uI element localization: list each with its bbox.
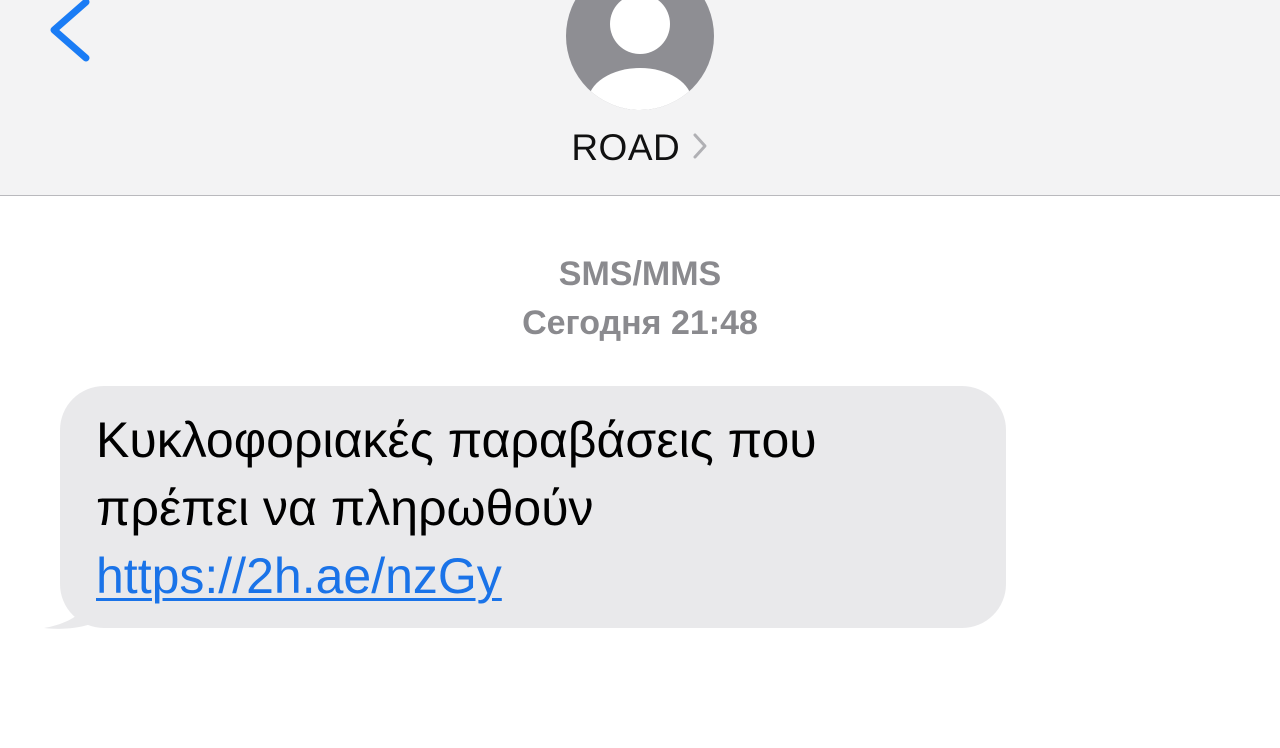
contact-avatar[interactable] bbox=[566, 0, 714, 110]
chevron-left-icon bbox=[50, 0, 90, 62]
service-label: SMS/MMS bbox=[558, 255, 722, 293]
chevron-right-icon bbox=[693, 133, 707, 159]
contact-name-button[interactable]: ROAD bbox=[0, 126, 1280, 170]
person-silhouette-icon bbox=[588, 0, 692, 110]
message-link[interactable]: https://2h.ae/nzGy bbox=[96, 548, 502, 604]
back-button[interactable] bbox=[38, 0, 108, 70]
message-body: Κυκλοφοριακές παραβάσεις που πρέπει να π… bbox=[96, 412, 817, 536]
message-text: Κυκλοφοριακές παραβάσεις που πρέπει να π… bbox=[96, 406, 970, 610]
message-bubble-wrapper: Κυκλοφοριακές παραβάσεις που πρέπει να π… bbox=[40, 386, 1020, 636]
conversation-header: ROAD bbox=[0, 0, 1280, 196]
contact-name: ROAD bbox=[571, 127, 681, 168]
message-timestamp: Сегодня 21:48 bbox=[522, 304, 758, 342]
message-bubble[interactable]: Κυκλοφοριακές παραβάσεις που πρέπει να π… bbox=[60, 386, 1006, 628]
